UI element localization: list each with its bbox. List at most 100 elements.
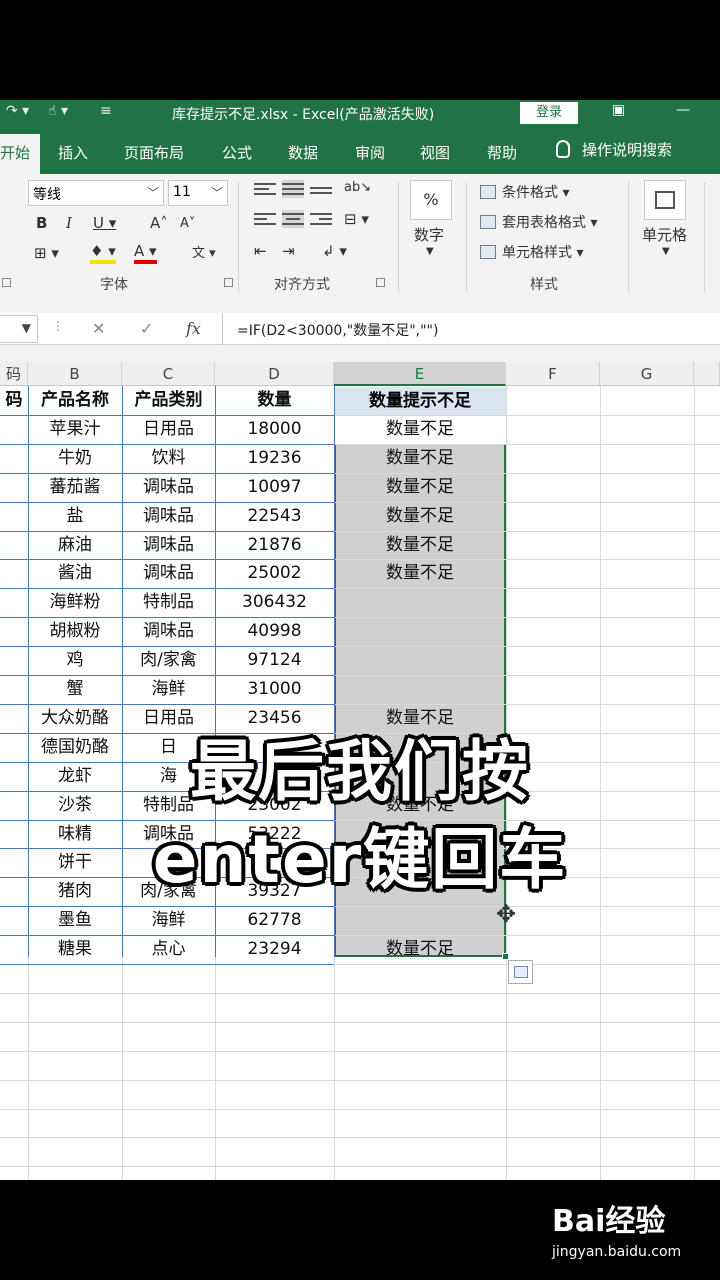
cell-product-name[interactable]: 墨鱼 xyxy=(28,906,122,935)
column-header-c[interactable]: C xyxy=(122,362,215,386)
align-right-icon[interactable] xyxy=(310,210,332,228)
orientation-icon[interactable]: ab↘ xyxy=(344,180,371,195)
cell-product-category[interactable]: 调味品 xyxy=(122,559,215,588)
dialog-launcher-icon[interactable] xyxy=(376,278,385,287)
bold-button[interactable]: B xyxy=(36,214,47,232)
formula-input[interactable]: =IF(D2<30000,"数量不足","") xyxy=(222,313,720,345)
cell-product-category[interactable]: 日用品 xyxy=(122,415,215,444)
align-bottom-icon[interactable] xyxy=(310,184,332,202)
cell-product-name[interactable]: 牛奶 xyxy=(28,444,122,473)
tab-help[interactable]: 帮助 xyxy=(487,142,517,163)
cell-product-category[interactable]: 调味品 xyxy=(122,531,215,560)
column-header-d[interactable]: D xyxy=(215,362,334,386)
tab-view[interactable]: 视图 xyxy=(420,142,450,163)
font-size-box[interactable]: 11 ﹀ xyxy=(168,180,228,206)
cell-quantity-flag[interactable]: 数量不足 xyxy=(334,444,506,473)
cell-style-button[interactable]: 单元格样式 ▾ xyxy=(480,242,583,262)
font-name-box[interactable]: 等线 ﹀ xyxy=(28,180,164,206)
conditional-format-button[interactable]: 条件格式 ▾ xyxy=(480,182,569,202)
underline-button[interactable]: U ▾ xyxy=(93,214,116,232)
cell-quantity[interactable]: 25002 xyxy=(215,559,334,588)
cell-quantity-flag[interactable] xyxy=(334,675,506,704)
column-header-g[interactable]: G xyxy=(600,362,694,386)
column-header-b[interactable]: B xyxy=(28,362,122,386)
cell-product-name[interactable]: 鸡 xyxy=(28,646,122,675)
cell-product-name[interactable]: 糖果 xyxy=(28,935,122,964)
cell-quantity-flag[interactable]: 数量不足 xyxy=(334,502,506,531)
align-left-icon[interactable] xyxy=(254,210,276,228)
tab-insert[interactable]: 插入 xyxy=(58,142,88,163)
decrease-indent-icon[interactable]: ⇤ xyxy=(254,242,267,260)
align-middle-icon[interactable] xyxy=(282,180,304,198)
cell-product-name[interactable]: 麻油 xyxy=(28,531,122,560)
enter-icon[interactable]: ✓ xyxy=(140,319,153,338)
cell-product-category[interactable]: 肉/家禽 xyxy=(122,646,215,675)
login-button[interactable]: 登录 xyxy=(520,102,578,124)
cells-button[interactable]: 单元格 xyxy=(642,224,687,245)
cell-product-name[interactable]: 蕃茄酱 xyxy=(28,473,122,502)
cell-quantity-flag[interactable] xyxy=(334,588,506,617)
dialog-launcher-icon[interactable] xyxy=(2,278,11,287)
cell-product-name[interactable]: 苹果汁 xyxy=(28,415,122,444)
column-header-a[interactable]: 码 xyxy=(0,362,28,386)
header-cell-name[interactable]: 产品名称 xyxy=(28,386,122,415)
tab-review[interactable]: 审阅 xyxy=(355,142,385,163)
table-format-button[interactable]: 套用表格格式 ▾ xyxy=(480,212,597,232)
cell-product-category[interactable]: 点心 xyxy=(122,935,215,964)
increase-font-icon[interactable]: A˄ xyxy=(150,214,168,232)
tab-home[interactable]: 开始 xyxy=(0,134,40,174)
merge-center-icon[interactable]: ⊟ ▾ xyxy=(344,210,369,228)
cell-quantity[interactable]: 18000 xyxy=(215,415,334,444)
cell-quantity-flag[interactable] xyxy=(334,646,506,675)
name-box[interactable]: ▼ xyxy=(0,315,38,343)
cell-product-category[interactable]: 饮料 xyxy=(122,444,215,473)
cell-quantity[interactable]: 62778 xyxy=(215,906,334,935)
cell-quantity[interactable]: 10097 xyxy=(215,473,334,502)
header-cell-category[interactable]: 产品类别 xyxy=(122,386,215,415)
header-cell-quantity[interactable]: 数量 xyxy=(215,386,334,415)
cell-quantity-flag[interactable]: 数量不足 xyxy=(334,473,506,502)
cell-quantity-flag[interactable]: 数量不足 xyxy=(334,415,506,444)
cell-quantity[interactable]: 22543 xyxy=(215,502,334,531)
tab-data[interactable]: 数据 xyxy=(288,142,318,163)
cell-product-name[interactable]: 海鲜粉 xyxy=(28,588,122,617)
cell-quantity[interactable]: 31000 xyxy=(215,675,334,704)
phonetic-icon[interactable]: 文 ▾ xyxy=(192,242,216,261)
cell-quantity[interactable]: 97124 xyxy=(215,646,334,675)
cell-product-category[interactable]: 特制品 xyxy=(122,588,215,617)
align-center-icon[interactable] xyxy=(282,210,304,228)
border-icon[interactable]: ⊞ ▾ xyxy=(34,244,59,262)
cell-product-category[interactable]: 海鲜 xyxy=(122,675,215,704)
column-header-f[interactable]: F xyxy=(506,362,600,386)
customize-qat-icon[interactable]: ≡ xyxy=(100,103,112,119)
wrap-text-icon[interactable]: ↲ ▾ xyxy=(322,242,347,260)
italic-button[interactable]: I xyxy=(66,214,72,232)
column-header-e[interactable]: E xyxy=(334,362,506,386)
fill-handle[interactable] xyxy=(502,953,509,960)
dialog-launcher-icon[interactable] xyxy=(224,278,233,287)
quick-analysis-icon[interactable] xyxy=(508,960,533,984)
cell-product-category[interactable]: 海鲜 xyxy=(122,906,215,935)
cell-product-category[interactable]: 调味品 xyxy=(122,617,215,646)
decrease-font-icon[interactable]: A˅ xyxy=(180,216,195,231)
cell-quantity[interactable]: 40998 xyxy=(215,617,334,646)
cells-icon[interactable] xyxy=(644,180,686,220)
increase-indent-icon[interactable]: ⇥ xyxy=(282,242,295,260)
cell-product-category[interactable]: 调味品 xyxy=(122,473,215,502)
cell-quantity[interactable]: 23294 xyxy=(215,935,334,964)
cell-quantity-flag[interactable]: 数量不足 xyxy=(334,935,506,964)
cell-quantity[interactable]: 19236 xyxy=(215,444,334,473)
cell-product-name[interactable]: 蟹 xyxy=(28,675,122,704)
cell-product-name[interactable]: 酱油 xyxy=(28,559,122,588)
cell-product-name[interactable]: 胡椒粉 xyxy=(28,617,122,646)
ribbon-display-icon[interactable]: ▣ xyxy=(612,102,625,118)
header-cell-flag[interactable]: 数量提示不足 xyxy=(334,387,506,415)
fill-color-icon[interactable]: ♦ ▾ xyxy=(90,242,116,264)
header-cell-code[interactable]: 码 xyxy=(0,386,28,415)
cell-product-name[interactable]: 盐 xyxy=(28,502,122,531)
insert-function-icon[interactable]: fx xyxy=(186,319,201,338)
minimize-icon[interactable]: — xyxy=(676,102,690,118)
redo-icon[interactable]: ↷ ▾ xyxy=(6,103,29,119)
number-format-icon[interactable]: % xyxy=(410,180,452,220)
cell-quantity[interactable]: 306432 xyxy=(215,588,334,617)
